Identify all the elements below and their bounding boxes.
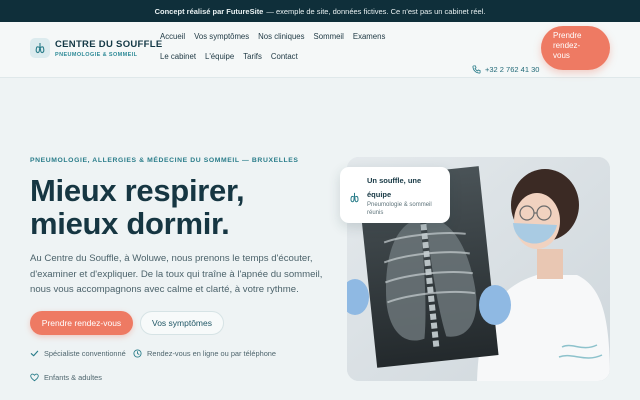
nav-item-sommeil[interactable]: Sommeil (314, 32, 344, 52)
check-icon (30, 350, 39, 357)
perk-label: Rendez-vous en ligne ou par téléphone (147, 349, 277, 358)
brand-subtitle: PNEUMOLOGIE & SOMMEIL (55, 51, 138, 58)
nav-item-contact[interactable]: Contact (271, 52, 298, 72)
promo-banner: Concept réalisé par FutureSite — exemple… (0, 0, 640, 22)
nav-item-cliniques[interactable]: Nos cliniques (258, 32, 304, 52)
header-appointment-button[interactable]: Prendre rendez- vous (541, 26, 610, 70)
nav-item-accueil[interactable]: Accueil (160, 32, 185, 52)
promo-strong: Concept réalisé par FutureSite (154, 6, 264, 16)
perk-label: Spécialiste conventionné (44, 349, 126, 358)
lungs-icon (350, 192, 359, 203)
perk-enfants: Enfants & adultes (30, 373, 102, 382)
main-nav: Accueil Vos symptômes Nos cliniques Somm… (160, 32, 438, 72)
perk-label: Enfants & adultes (44, 373, 102, 382)
phone-number: +32 2 762 41 30 (485, 65, 540, 74)
cta-line: vous (553, 51, 570, 60)
hero-appointment-button[interactable]: Prendre rendez-vous (30, 311, 133, 335)
symptoms-button[interactable]: Vos symptômes (140, 311, 224, 335)
phone-link[interactable]: +32 2 762 41 30 (472, 65, 539, 74)
phone-icon (472, 65, 481, 74)
badge-title: Un souffle, une équipe (367, 176, 422, 199)
nav-item-equipe[interactable]: L'équipe (205, 52, 234, 72)
nav-item-symptomes[interactable]: Vos symptômes (194, 32, 249, 52)
nav-item-tarifs[interactable]: Tarifs (243, 52, 262, 72)
nav-item-cabinet[interactable]: Le cabinet (160, 52, 196, 72)
heart-icon (30, 373, 39, 382)
lungs-icon (30, 38, 50, 58)
headline-line-1: Mieux respirer, (30, 173, 245, 208)
hero-eyebrow: PNEUMOLOGIE, ALLERGIES & MÉDECINE DU SOM… (30, 157, 299, 164)
cta-line: rendez- (553, 41, 581, 50)
clock-icon (133, 349, 142, 358)
badge-subtitle: Pneumologie & sommeil réunis (367, 202, 432, 216)
promo-text: — exemple de site, données fictives. Ce … (266, 6, 486, 16)
hero-lede: Au Centre du Souffle, à Woluwe, nous pre… (30, 253, 323, 295)
perk-rendez-vous: Rendez-vous en ligne ou par téléphone (133, 349, 276, 358)
brand-title: CENTRE DU SOUFFLE (55, 38, 163, 50)
cta-line: Prendre (553, 31, 582, 40)
hero-headline: Mieux respirer, mieux dormir. (30, 173, 245, 241)
headline-line-2: mieux dormir. (30, 206, 230, 241)
perk-conventionne: Spécialiste conventionné (30, 349, 126, 358)
team-badge-card: Un souffle, une équipe Pneumologie & som… (340, 167, 450, 223)
brand-logo[interactable]: CENTRE DU SOUFFLE PNEUMOLOGIE & SOMMEIL (30, 38, 163, 58)
nav-item-examens[interactable]: Examens (353, 32, 386, 52)
